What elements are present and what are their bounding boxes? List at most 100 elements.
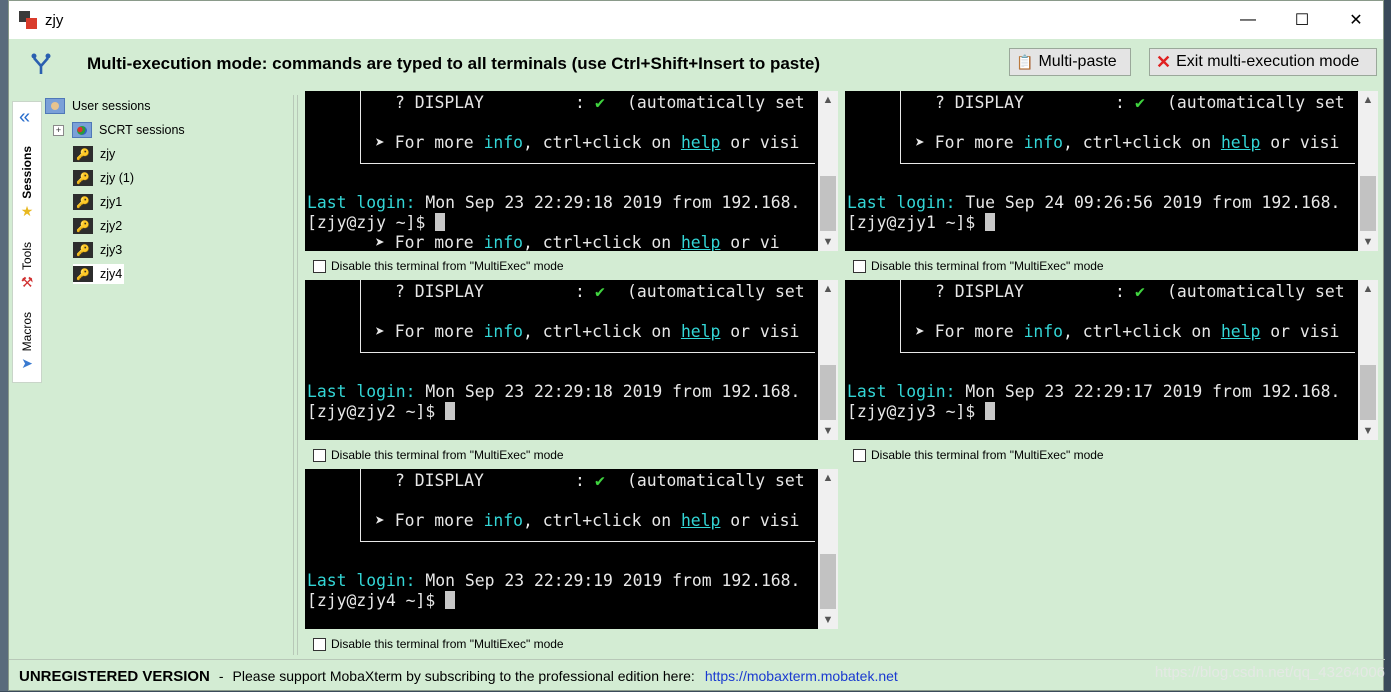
multiexec-bar: Multi-execution mode: commands are typed… bbox=[9, 39, 1383, 89]
exit-multiexec-label: Exit multi-execution mode bbox=[1176, 53, 1360, 70]
session-label: zjy4 bbox=[100, 267, 123, 281]
disable-multiexec-checkbox-row[interactable]: Disable this terminal from "MultiExec" m… bbox=[853, 257, 1104, 275]
terminal-cursor bbox=[435, 213, 446, 231]
tab-macros-label: Macros bbox=[20, 312, 34, 352]
terminal-zjy3[interactable]: ? DISPLAY : ✔ (automatically set ➤ For m… bbox=[845, 280, 1378, 440]
unregistered-label: UNREGISTERED VERSION bbox=[19, 667, 210, 685]
session-item[interactable]: 🔑 zjy1 bbox=[73, 192, 122, 212]
disable-multiexec-checkbox[interactable] bbox=[313, 448, 326, 462]
tree-folder-scrt-sessions[interactable]: + SCRT sessions bbox=[53, 120, 185, 140]
ssh-key-icon: 🔑 bbox=[73, 242, 93, 258]
checkbox-label: Disable this terminal from "MultiExec" m… bbox=[331, 259, 564, 273]
tab-tools-label: Tools bbox=[20, 242, 34, 271]
session-label: zjy (1) bbox=[100, 171, 135, 185]
scroll-down-icon[interactable]: ▼ bbox=[818, 611, 838, 629]
tree-root-user-sessions[interactable]: User sessions bbox=[45, 96, 151, 116]
session-label: zjy bbox=[100, 147, 116, 161]
window-controls: — ☐ ✕ bbox=[1221, 1, 1383, 39]
scroll-thumb[interactable] bbox=[1360, 365, 1376, 420]
ssh-key-icon: 🔑 bbox=[73, 218, 93, 234]
scrt-folder-icon bbox=[72, 122, 92, 138]
terminal-zjy1[interactable]: ? DISPLAY : ✔ (automatically set ➤ For m… bbox=[845, 91, 1378, 251]
session-item[interactable]: 🔑 zjy2 bbox=[73, 216, 122, 236]
terminal-zjy4[interactable]: ? DISPLAY : ✔ (automatically set ➤ For m… bbox=[305, 469, 838, 629]
terminal-cursor bbox=[985, 402, 996, 420]
scroll-up-icon[interactable]: ▲ bbox=[818, 91, 838, 109]
scroll-thumb[interactable] bbox=[820, 365, 836, 420]
panel-splitter[interactable] bbox=[293, 95, 298, 655]
collapse-sidebar-icon[interactable]: « bbox=[19, 106, 30, 129]
session-item[interactable]: 🔑 zjy bbox=[73, 144, 115, 164]
disable-multiexec-checkbox[interactable] bbox=[853, 259, 866, 273]
terminal-cursor bbox=[985, 213, 996, 231]
disable-multiexec-checkbox[interactable] bbox=[313, 637, 326, 651]
scroll-down-icon[interactable]: ▼ bbox=[818, 422, 838, 440]
terminal-output: ? DISPLAY : ✔ (automatically set ➤ For m… bbox=[305, 91, 815, 251]
minimize-button[interactable]: — bbox=[1221, 1, 1275, 39]
session-label: zjy1 bbox=[100, 195, 123, 209]
disable-multiexec-checkbox-row[interactable]: Disable this terminal from "MultiExec" m… bbox=[313, 446, 564, 464]
checkbox-label: Disable this terminal from "MultiExec" m… bbox=[331, 448, 564, 462]
terminal-scrollbar[interactable]: ▲ ▼ bbox=[1358, 91, 1378, 251]
sidebar-tabs: « Sessions ★ Tools ⚒ Macros ➤ bbox=[12, 101, 42, 383]
session-item[interactable]: 🔑 zjy (1) bbox=[73, 168, 134, 188]
checkbox-label: Disable this terminal from "MultiExec" m… bbox=[871, 448, 1104, 462]
tab-macros[interactable]: Macros ➤ bbox=[13, 312, 41, 372]
maximize-button[interactable]: ☐ bbox=[1275, 1, 1329, 39]
session-item-selected[interactable]: 🔑 zjy4 bbox=[73, 264, 125, 284]
scroll-thumb[interactable] bbox=[1360, 176, 1376, 231]
scroll-down-icon[interactable]: ▼ bbox=[818, 233, 838, 251]
mobaxterm-app-icon bbox=[19, 11, 37, 29]
ssh-key-icon: 🔑 bbox=[73, 146, 93, 162]
disable-multiexec-checkbox[interactable] bbox=[853, 448, 866, 462]
tab-sessions-label: Sessions bbox=[20, 146, 34, 199]
scroll-up-icon[interactable]: ▲ bbox=[818, 469, 838, 487]
disable-multiexec-checkbox-row[interactable]: Disable this terminal from "MultiExec" m… bbox=[853, 446, 1104, 464]
disable-multiexec-checkbox-row[interactable]: Disable this terminal from "MultiExec" m… bbox=[313, 635, 564, 653]
scroll-down-icon[interactable]: ▼ bbox=[1358, 422, 1378, 440]
clipboard-icon: 📋 bbox=[1016, 53, 1034, 70]
csdn-watermark: https://blog.csdn.net/qq_43264006 bbox=[1154, 664, 1385, 681]
terminal-scrollbar[interactable]: ▲ ▼ bbox=[1358, 280, 1378, 440]
expand-icon[interactable]: + bbox=[53, 124, 64, 136]
red-x-icon: ✕ bbox=[1156, 51, 1172, 72]
close-button[interactable]: ✕ bbox=[1329, 1, 1383, 39]
ssh-key-icon: 🔑 bbox=[73, 266, 93, 282]
title-bar: zjy — ☐ ✕ bbox=[9, 1, 1383, 39]
multiexec-message: Multi-execution mode: commands are typed… bbox=[87, 54, 821, 73]
disable-multiexec-checkbox-row[interactable]: Disable this terminal from "MultiExec" m… bbox=[313, 257, 564, 275]
scroll-thumb[interactable] bbox=[820, 176, 836, 231]
tree-root-label: User sessions bbox=[72, 99, 151, 113]
scroll-down-icon[interactable]: ▼ bbox=[1358, 233, 1378, 251]
terminal-zjy[interactable]: ? DISPLAY : ✔ (automatically set ➤ For m… bbox=[305, 91, 838, 251]
tools-icon: ⚒ bbox=[20, 274, 34, 291]
exit-multiexec-button[interactable]: ✕ Exit multi-execution mode bbox=[1149, 48, 1377, 76]
terminal-scrollbar[interactable]: ▲ ▼ bbox=[818, 469, 838, 629]
session-label: zjy3 bbox=[100, 243, 123, 257]
multi-paste-button[interactable]: 📋 Multi-paste bbox=[1009, 48, 1131, 76]
mobatek-link[interactable]: https://mobaxterm.mobatek.net bbox=[705, 668, 898, 684]
star-icon: ★ bbox=[20, 202, 34, 219]
scroll-thumb[interactable] bbox=[820, 554, 836, 609]
status-separator: - bbox=[218, 668, 224, 684]
session-item[interactable]: 🔑 zjy3 bbox=[73, 240, 122, 260]
terminal-scrollbar[interactable]: ▲ ▼ bbox=[818, 280, 838, 440]
disable-multiexec-checkbox[interactable] bbox=[313, 259, 326, 273]
tab-tools[interactable]: Tools ⚒ bbox=[13, 242, 41, 291]
multi-paste-label: Multi-paste bbox=[1038, 53, 1117, 70]
scroll-up-icon[interactable]: ▲ bbox=[1358, 91, 1378, 109]
tab-sessions[interactable]: Sessions ★ bbox=[13, 146, 41, 220]
terminal-cursor bbox=[445, 591, 456, 609]
checkbox-label: Disable this terminal from "MultiExec" m… bbox=[871, 259, 1104, 273]
user-folder-icon bbox=[45, 98, 65, 114]
terminal-zjy2[interactable]: ? DISPLAY : ✔ (automatically set ➤ For m… bbox=[305, 280, 838, 440]
ssh-key-icon: 🔑 bbox=[73, 194, 93, 210]
terminal-output: ? DISPLAY : ✔ (automatically set ➤ For m… bbox=[305, 469, 815, 629]
mobaxterm-window: zjy — ☐ ✕ Multi-execution mode: commands… bbox=[8, 0, 1385, 691]
scroll-up-icon[interactable]: ▲ bbox=[1358, 280, 1378, 298]
window-title: zjy bbox=[45, 11, 64, 29]
scroll-up-icon[interactable]: ▲ bbox=[818, 280, 838, 298]
tree-folder-label: SCRT sessions bbox=[99, 123, 185, 137]
terminal-scrollbar[interactable]: ▲ ▼ bbox=[818, 91, 838, 251]
session-label: zjy2 bbox=[100, 219, 123, 233]
